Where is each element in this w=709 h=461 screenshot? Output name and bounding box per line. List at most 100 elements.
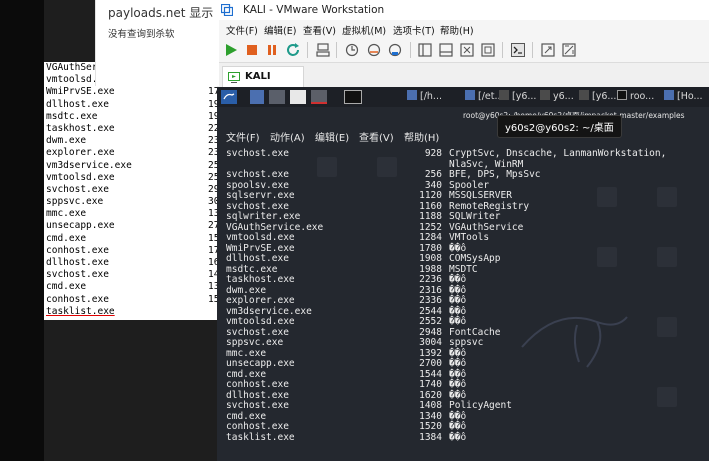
process-services: ��ô (449, 316, 467, 327)
restart-icon[interactable] (285, 42, 301, 58)
process-services: sppsvc (449, 337, 484, 348)
host-process-row: tasklist.exe (46, 306, 132, 318)
file-manager-icon[interactable] (269, 90, 285, 104)
desktop-icon (597, 247, 617, 267)
term-menu-help[interactable]: 帮助(H) (404, 129, 439, 144)
toolbar-separator (532, 42, 533, 58)
autofit-icon[interactable] (561, 42, 577, 58)
process-services: BFE, DPS, MpsSvc (449, 169, 541, 180)
term-menu-view[interactable]: 查看(V) (359, 129, 394, 144)
host-process-row: msdtc.exe 19 (46, 111, 219, 123)
task-label: y6... (553, 91, 574, 102)
process-pid: 928 (424, 148, 442, 159)
desktop-icon (317, 157, 337, 177)
process-name: explorer.exe (226, 295, 295, 306)
taskbar-item[interactable]: [y6... (499, 90, 536, 104)
pause-icon[interactable] (264, 42, 280, 58)
taskbar-item[interactable]: y6... (540, 90, 574, 104)
process-pid: 2236 (419, 274, 442, 285)
host-process-list-panel: VGAuthServ vmtoolsd.e WmiPrvSE.exe 17 dllhos… (44, 62, 219, 320)
process-services: SQLWriter (449, 211, 501, 222)
host-process-row: dllhost.exe 16 (46, 257, 219, 269)
task-label: roo... (630, 91, 655, 102)
menu-vm[interactable]: 虚拟机(M) (342, 23, 386, 37)
tab-label: KALI (245, 71, 271, 82)
host-process-name: taskhost.exe (46, 122, 115, 134)
process-pid: 1408 (419, 400, 442, 411)
revert-snapshot-icon[interactable] (366, 42, 382, 58)
desktop-icon (657, 387, 677, 407)
process-pid: 1384 (419, 431, 442, 443)
toolbar-separator (410, 42, 411, 58)
host-process-row: svchost.exe 14 (46, 269, 219, 281)
process-name: tasklist.exe (226, 431, 295, 443)
process-services: ��ô (449, 274, 467, 285)
term-menu-action[interactable]: 动作(A) (270, 129, 305, 144)
process-services: ��ô (449, 421, 467, 432)
thumbnail-bar-icon[interactable] (438, 42, 454, 58)
host-process-name: conhost.exe (46, 244, 109, 256)
host-process-row: conhost.exe 17 (46, 244, 219, 257)
guest-screen: [/h... [/et... [y6... y6... [y6... roo..… (217, 87, 709, 461)
menu-view[interactable]: 查看(V) (303, 23, 336, 37)
desktop-icon (657, 317, 677, 337)
host-process-name: mmc.exe (46, 208, 87, 220)
host-process-row: taskhost.exe 22 (46, 122, 219, 135)
menu-file[interactable]: 文件(F) (226, 23, 258, 37)
taskbar-item[interactable]: [/h... (407, 90, 442, 104)
taskbar-item[interactable]: [Ho... (664, 90, 703, 104)
stretch-guest-icon[interactable] (540, 42, 556, 58)
console-view-icon[interactable] (510, 42, 526, 58)
process-name: svchost.exe (226, 148, 289, 159)
browser-icon[interactable] (290, 90, 306, 104)
taskbar-item[interactable]: [y6... (579, 90, 616, 104)
vmware-window: KALI - VMware Workstation 文件(F) 编辑(E) 查看… (217, 0, 709, 461)
fullscreen-icon[interactable] (459, 42, 475, 58)
host-process-row: vm3dservice.exe 25 (46, 160, 219, 172)
process-pid: 2700 (419, 358, 442, 369)
vmware-logo-icon (221, 4, 233, 16)
task-label: [/h... (420, 91, 442, 102)
snapshot-manager-icon[interactable] (387, 42, 403, 58)
menu-tabs[interactable]: 选项卡(T) (393, 23, 435, 37)
menu-help[interactable]: 帮助(H) (440, 23, 474, 37)
process-pid: 1740 (419, 379, 442, 390)
alert-message: 没有查询到杀软 (108, 29, 175, 40)
term-menu-file[interactable]: 文件(F) (226, 129, 260, 144)
host-process-row: dllhost.exe 19 (46, 99, 219, 111)
host-process-name: cmd.exe (46, 281, 87, 293)
process-name: sppsvc.exe (226, 337, 284, 348)
kali-menu-icon[interactable] (221, 90, 237, 104)
host-process-row: explorer.exe 23 (46, 147, 219, 159)
process-name: svchost.exe (226, 169, 289, 180)
send-ctrl-alt-del-icon[interactable] (315, 42, 331, 58)
taskbar-item[interactable]: [/et... (465, 90, 504, 104)
term-menu-edit[interactable]: 编辑(E) (315, 129, 349, 144)
snapshot-icon[interactable] (344, 42, 360, 58)
host-process-list: VGAuthServ vmtoolsd.e WmiPrvSE.exe 17 dllhos… (46, 62, 219, 318)
process-services: ��ô (449, 295, 467, 306)
process-name: conhost.exe (226, 379, 289, 390)
alert-title: payloads.net 显示 (108, 6, 214, 20)
task-icon (407, 90, 417, 100)
host-process-row: sppsvc.exe 30 (46, 196, 219, 208)
process-services: COMSysApp (449, 253, 501, 264)
process-services: ��ô (449, 431, 467, 443)
host-process-name: unsecapp.exe (46, 220, 115, 232)
power-on-icon[interactable] (223, 42, 239, 58)
show-library-icon[interactable] (417, 42, 433, 58)
menu-edit[interactable]: 编辑(E) (264, 23, 296, 37)
host-process-name: cmd.exe (46, 232, 87, 244)
process-pid: 1188 (419, 211, 442, 222)
workspace-1-icon[interactable] (250, 90, 264, 104)
tab-kali[interactable]: KALI (222, 66, 304, 88)
terminal-launcher-icon[interactable] (311, 90, 327, 104)
process-name: vmtoolsd.exe (226, 232, 295, 243)
process-pid: 2336 (419, 295, 442, 306)
taskbar-item[interactable]: roo... (617, 90, 654, 104)
unity-icon[interactable] (480, 42, 496, 58)
toolbar-separator (502, 42, 503, 58)
stop-icon[interactable] (244, 42, 260, 58)
active-window-icon[interactable] (344, 90, 362, 104)
vm-tab-icon (228, 72, 240, 83)
